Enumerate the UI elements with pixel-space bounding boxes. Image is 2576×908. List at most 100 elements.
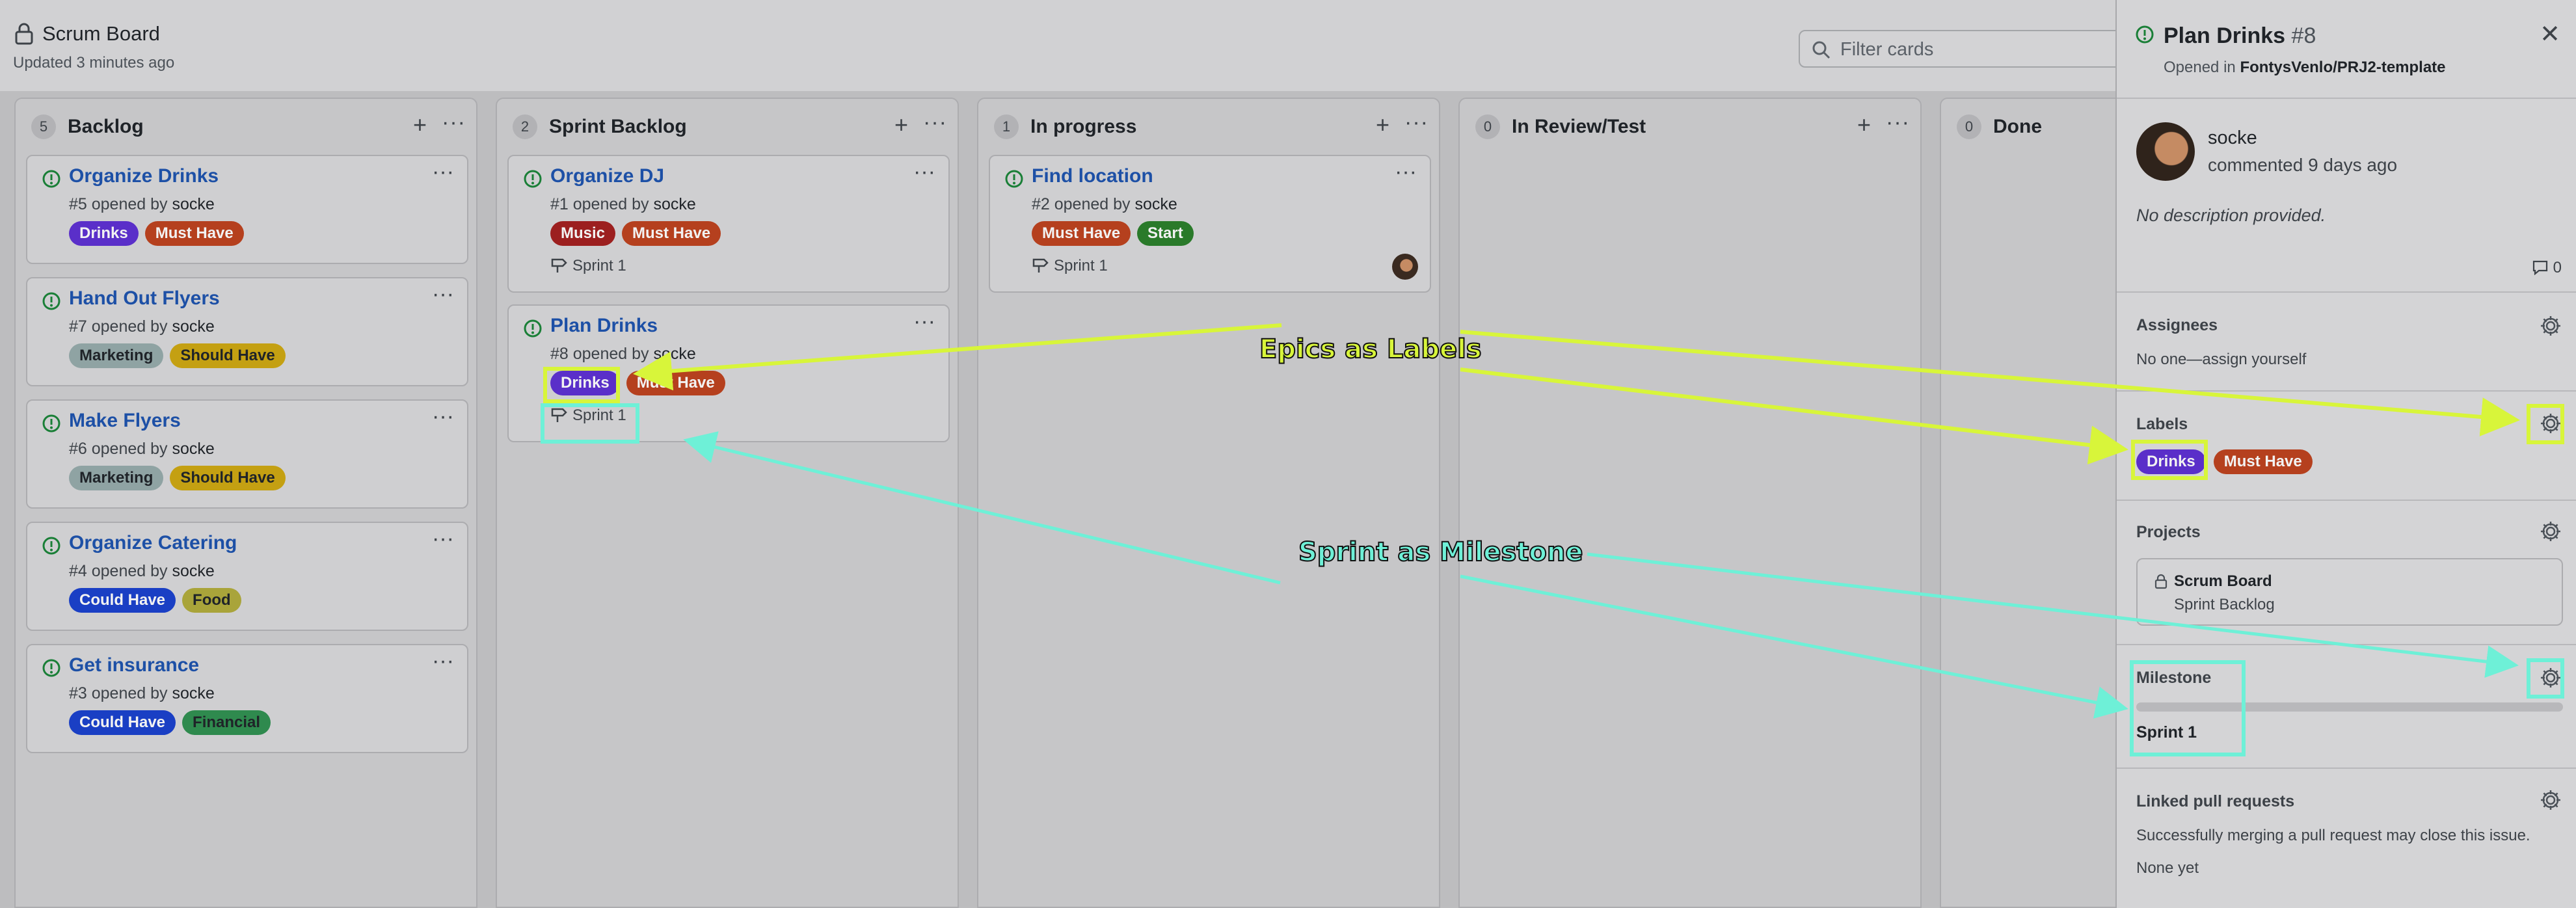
linked-prs-title: Linked pull requests [2136,792,2295,810]
card-organize-dj[interactable]: Organize DJ ··· #1 opened by socke Music… [507,155,950,293]
card-menu-button[interactable]: ··· [432,648,454,674]
column-menu-button[interactable]: ··· [1404,109,1429,135]
column-header: 5 Backlog + ··· [31,109,466,142]
linked-prs-text: Successfully merging a pull request may … [2136,827,2530,844]
card-author[interactable]: socke [172,684,214,702]
label-should-have[interactable]: Should Have [170,343,286,368]
card-labels: Could Have Financial [69,710,271,735]
column-menu-button[interactable]: ··· [923,109,947,135]
issue-open-icon [42,170,60,188]
highlight-milestone-gear [2527,658,2564,699]
card-meta: #8 opened by socke [550,345,696,364]
highlight-card-milestone [541,403,639,444]
add-card-button[interactable]: + [413,112,427,138]
card-milestone[interactable]: Sprint 1 [550,256,626,275]
column-count: 5 [31,114,56,139]
card-meta: #6 opened by socke [69,440,215,459]
repo-link[interactable]: FontysVenlo/PRJ2-template [2240,59,2445,76]
label-must-have[interactable]: Must Have [1032,221,1131,246]
card-title[interactable]: Make Flyers [69,410,181,432]
project-card[interactable]: Scrum Board Sprint Backlog [2136,558,2563,626]
filter-cards-input[interactable]: Filter cards [1799,30,2124,68]
card-title[interactable]: Organize Catering [69,532,237,554]
card-menu-button[interactable]: ··· [432,403,454,429]
card-author[interactable]: socke [653,195,695,213]
card-meta: #3 opened by socke [69,684,215,703]
card-find-location[interactable]: Find location ··· #2 opened by socke Mus… [989,155,1431,293]
divider [2117,98,2576,99]
card-author[interactable]: socke [172,317,214,336]
add-card-button[interactable]: + [1857,112,1871,138]
label-must-have[interactable]: Must Have [622,221,721,246]
card-author[interactable]: socke [172,195,214,213]
card-organize-catering[interactable]: Organize Catering ··· #4 opened by socke… [26,522,468,631]
card-labels: Music Must Have [550,221,721,246]
card-meta-text: #8 opened by [550,345,649,363]
milestone-icon [1032,258,1049,273]
label-must-have[interactable]: Must Have [144,221,244,246]
card-get-insurance[interactable]: Get insurance ··· #3 opened by socke Cou… [26,644,468,753]
label-marketing[interactable]: Marketing [69,343,164,368]
label-marketing[interactable]: Marketing [69,466,164,490]
card-menu-button[interactable]: ··· [432,159,454,185]
add-card-button[interactable]: + [1376,112,1389,138]
card-menu-button[interactable]: ··· [1395,159,1417,185]
assignee-avatar[interactable] [1392,254,1418,280]
annotation-sprint-as-milestone: Sprint as Milestone [1298,537,1583,568]
label-financial[interactable]: Financial [182,710,271,735]
card-title[interactable]: Organize Drinks [69,165,219,187]
card-labels: Could Have Food [69,588,241,613]
labels-title: Labels [2136,415,2188,433]
card-title[interactable]: Find location [1032,165,1153,187]
card-meta-text: #1 opened by [550,195,649,213]
label-should-have[interactable]: Should Have [170,466,286,490]
card-make-flyers[interactable]: Make Flyers ··· #6 opened by socke Marke… [26,399,468,509]
card-author[interactable]: socke [172,440,214,458]
comment-avatar[interactable] [2136,122,2195,181]
comment-icon [2532,260,2548,276]
column-done: 0 Done [1940,98,2128,908]
gear-icon[interactable] [2540,315,2562,337]
column-name: In Review/Test [1512,116,1646,137]
gear-icon[interactable] [2540,520,2562,542]
projects-title: Projects [2136,523,2201,541]
column-menu-button[interactable]: ··· [1886,109,1910,135]
card-title[interactable]: Get insurance [69,654,199,676]
column-header: 2 Sprint Backlog + ··· [513,109,947,142]
issue-open-icon [42,414,60,433]
comment-author[interactable]: socke [2208,127,2257,149]
card-title[interactable]: Organize DJ [550,165,664,187]
search-icon [1812,41,1831,59]
card-menu-button[interactable]: ··· [913,308,935,334]
card-author[interactable]: socke [653,345,695,363]
card-organize-drinks[interactable]: Organize Drinks ··· #5 opened by socke D… [26,155,468,264]
label-could-have[interactable]: Could Have [69,588,176,613]
gear-icon[interactable] [2540,789,2562,811]
card-author[interactable]: socke [172,562,214,580]
card-meta: #7 opened by socke [69,317,215,336]
card-menu-button[interactable]: ··· [913,159,935,185]
card-hand-out-flyers[interactable]: Hand Out Flyers ··· #7 opened by socke M… [26,277,468,386]
label-must-have[interactable]: Must Have [626,371,725,395]
label-start[interactable]: Start [1137,221,1194,246]
card-author[interactable]: socke [1134,195,1177,213]
card-menu-button[interactable]: ··· [432,281,454,307]
assign-yourself-link[interactable]: No one—assign yourself [2136,351,2563,369]
comment-count[interactable]: 0 [2532,259,2562,277]
column-name: Sprint Backlog [549,116,687,137]
divider [2117,768,2576,769]
add-card-button[interactable]: + [894,112,908,138]
label-could-have[interactable]: Could Have [69,710,176,735]
board-title: Scrum Board [42,22,160,45]
column-menu-button[interactable]: ··· [442,109,466,135]
label-music[interactable]: Music [550,221,616,246]
label-food[interactable]: Food [182,588,241,613]
card-menu-button[interactable]: ··· [432,526,454,552]
close-icon[interactable]: ✕ [2540,20,2560,49]
card-milestone[interactable]: Sprint 1 [1032,256,1108,275]
divider [2117,390,2576,392]
label-must-have[interactable]: Must Have [2213,449,2313,474]
card-title[interactable]: Plan Drinks [550,315,658,337]
label-drinks[interactable]: Drinks [69,221,139,246]
card-title[interactable]: Hand Out Flyers [69,287,220,310]
